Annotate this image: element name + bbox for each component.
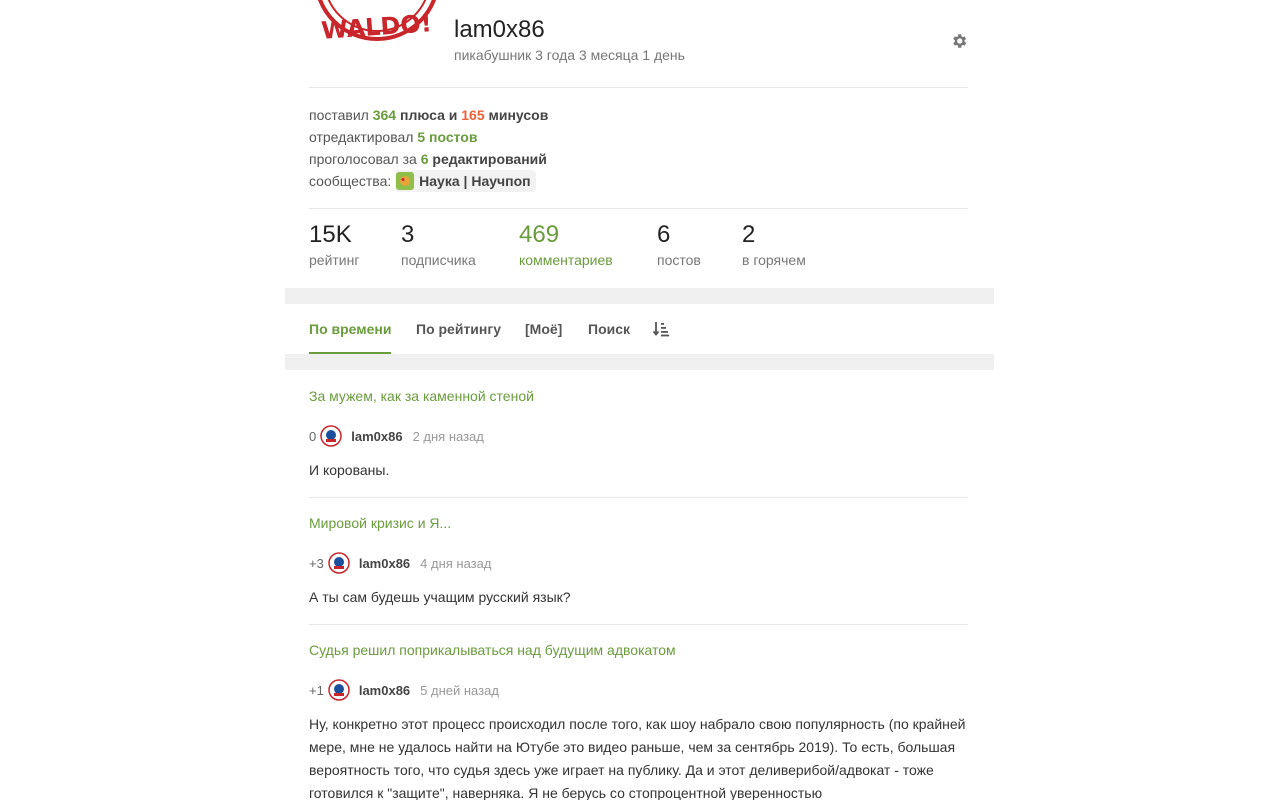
comment-meta: 0 lam0x86 2 дня назад (309, 425, 484, 447)
communities-line: сообщества: Наука | Научпоп (309, 170, 548, 192)
section-separator (285, 288, 994, 304)
stat-label: рейтинг (309, 252, 360, 268)
voted-suffix: редактирований (432, 151, 547, 167)
stat-value: 6 (657, 221, 671, 248)
comment-item: Мировой кризис и Я... +3 lam0x86 4 дня н… (309, 515, 968, 623)
stat-subscribers[interactable]: 3 подписчика (401, 220, 476, 268)
stat-label: постов (657, 252, 701, 268)
voted-count: 6 (420, 151, 429, 167)
voted-prefix: проголосовал за (309, 151, 417, 167)
comment-author[interactable]: lam0x86 (359, 683, 410, 698)
community-name: Наука | Научпоп (419, 173, 531, 189)
profile-column: WALDO! lam0x86 пикабушник 3 года 3 месяц… (285, 0, 994, 800)
comment-meta: +1 lam0x86 5 дней назад (309, 679, 499, 701)
tab-mine[interactable]: [Моё] (525, 304, 562, 354)
comment-text: А ты сам будешь учащим русский язык? (309, 589, 571, 605)
communities-prefix: сообщества: (309, 173, 392, 189)
divider (309, 624, 968, 625)
profile-age: пикабушник 3 года 3 месяца 1 день (454, 47, 685, 63)
section-separator (285, 354, 994, 370)
user-avatar[interactable] (328, 679, 350, 701)
votes-line: поставил 364 плюса и 165 минусов (309, 104, 548, 126)
pluses-count: 364 (372, 107, 397, 123)
stat-posts[interactable]: 6 постов (657, 220, 701, 268)
user-avatar[interactable] (328, 552, 350, 574)
minuses-count: 165 (461, 107, 485, 123)
tab-by-time[interactable]: По времени (309, 304, 392, 354)
gear-icon[interactable] (950, 32, 968, 50)
stat-value: 469 (519, 221, 560, 248)
community-icon (396, 172, 415, 190)
voted-line: проголосовал за 6 редактирований (309, 148, 548, 170)
edited-prefix: отредактировал (309, 129, 414, 145)
comment-post-title[interactable]: Мировой кризис и Я... (309, 515, 968, 531)
and-word: и (448, 107, 458, 123)
sort-icon[interactable] (653, 321, 669, 337)
divider (309, 497, 968, 498)
community-chip[interactable]: Наука | Научпоп (395, 170, 536, 192)
stat-value: 15K (309, 221, 352, 248)
comment-item: Судья решил поприкалываться над будущим … (309, 642, 968, 800)
comment-author[interactable]: lam0x86 (351, 429, 402, 444)
comment-post-title[interactable]: За мужем, как за каменной стеной (309, 388, 968, 404)
comment-text: И корованы. (309, 462, 390, 478)
comment-time[interactable]: 4 дня назад (420, 556, 491, 571)
edited-posts-link[interactable]: 5 постов (417, 129, 477, 145)
profile-avatar[interactable]: WALDO! (309, 0, 439, 42)
stat-label: комментариев (519, 252, 613, 268)
comment-author[interactable]: lam0x86 (359, 556, 410, 571)
comment-rating: +1 (309, 682, 324, 698)
comment-rating: 0 (309, 428, 317, 444)
minuses-word: минусов (488, 107, 549, 123)
stat-label: в горячем (742, 252, 806, 268)
divider (309, 87, 968, 88)
comment-text: Ну, конкретно этот процесс происходил по… (309, 716, 966, 800)
stat-label: подписчика (401, 252, 476, 268)
comment-time[interactable]: 5 дней назад (420, 683, 499, 698)
comment-rating: +3 (309, 555, 324, 571)
profile-summary: поставил 364 плюса и 165 минусов отредак… (309, 104, 548, 192)
tab-by-rating[interactable]: По рейтингу (416, 304, 501, 354)
stat-value: 3 (401, 221, 415, 248)
stat-value: 2 (742, 221, 756, 248)
comment-post-title[interactable]: Судья решил поприкалываться над будущим … (309, 642, 968, 658)
edited-line: отредактировал 5 постов (309, 126, 548, 148)
tab-search[interactable]: Поиск (588, 304, 630, 354)
stat-rating[interactable]: 15K рейтинг (309, 220, 359, 268)
comment-meta: +3 lam0x86 4 дня назад (309, 552, 491, 574)
divider (309, 208, 968, 209)
profile-username: lam0x86 (454, 16, 545, 43)
pluses-word: плюса (399, 107, 445, 123)
user-avatar[interactable] (320, 425, 342, 447)
stat-hot[interactable]: 2 в горячем (742, 220, 806, 268)
stat-comments[interactable]: 469 комментариев (519, 220, 613, 268)
comment-item: За мужем, как за каменной стеной 0 lam0x… (309, 388, 968, 496)
comment-time[interactable]: 2 дня назад (413, 429, 484, 444)
votes-prefix: поставил (309, 107, 369, 123)
